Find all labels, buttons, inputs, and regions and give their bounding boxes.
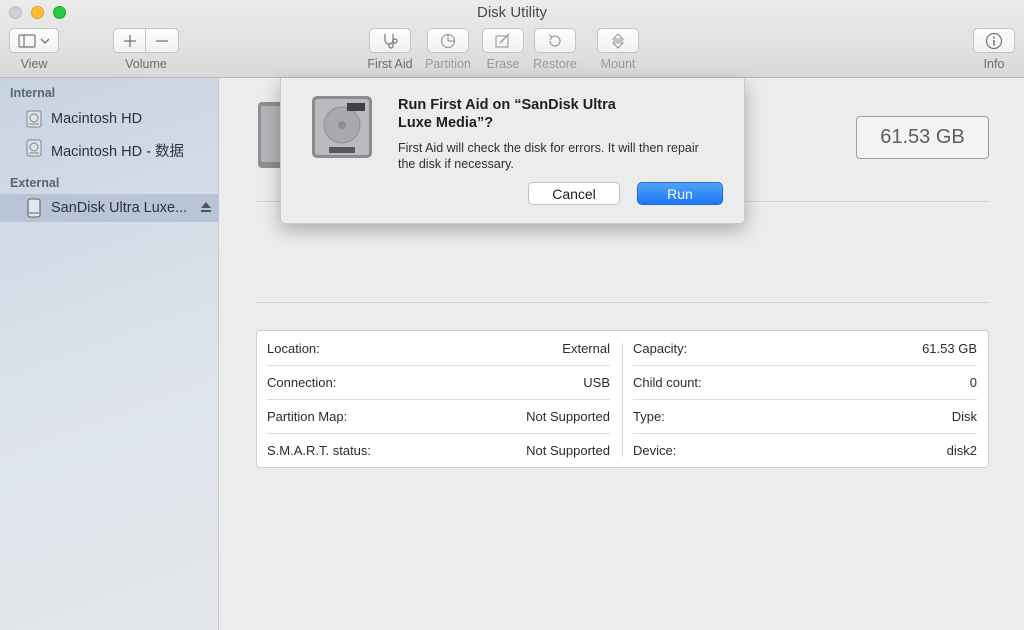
restore-label: Restore [533, 57, 577, 71]
first-aid-button[interactable] [369, 28, 411, 53]
sidebar-heading-external: External [10, 176, 60, 190]
info-button[interactable] [973, 28, 1015, 53]
mount-label: Mount [600, 57, 636, 71]
divider [256, 302, 989, 303]
sidebar-item-sandisk[interactable]: SanDisk Ultra Luxe... [0, 194, 219, 222]
info-value: Not Supported [526, 409, 610, 424]
sidebar-icon [17, 33, 51, 48]
sidebar-heading-internal: Internal [10, 86, 56, 100]
run-button[interactable]: Run [637, 182, 723, 205]
info-value: 0 [969, 375, 977, 390]
dialog-title: Run First Aid on “SanDisk Ultra Luxe Med… [398, 97, 616, 131]
sidebar-item-macintosh-hd-data[interactable]: Macintosh HD - 数据 [0, 134, 219, 162]
eject-icon[interactable] [200, 201, 212, 217]
sidebar-item-macintosh-hd[interactable]: Macintosh HD [0, 105, 219, 133]
info-key: Location: [267, 341, 320, 356]
hard-disk-icon [311, 95, 373, 164]
remove-volume-button[interactable] [145, 28, 179, 53]
restore-button[interactable] [534, 28, 576, 53]
stethoscope-icon [381, 33, 399, 49]
info-row-connection: Connection: USB [267, 365, 610, 399]
info-row-child-count: Child count: 0 [633, 365, 977, 399]
info-value: Not Supported [526, 443, 610, 458]
sidebar-item-label: Macintosh HD - 数据 [51, 144, 184, 160]
info-icon [985, 32, 1003, 50]
view-button[interactable] [9, 28, 59, 53]
plus-icon [123, 34, 137, 48]
info-key: S.M.A.R.T. status: [267, 443, 372, 458]
info-key: Partition Map: [267, 409, 348, 424]
info-row-partition-map: Partition Map: Not Supported [267, 399, 610, 433]
info-key: Connection: [267, 375, 337, 390]
disk-info-table: Location: External Connection: USB Parti… [256, 330, 989, 468]
info-value: External [562, 341, 610, 356]
restore-arrow-icon [547, 33, 563, 49]
info-value: Disk [951, 409, 977, 424]
info-row-capacity: Capacity: 61.53 GB [633, 331, 977, 365]
mount-icon [611, 32, 625, 49]
info-key: Type: [633, 409, 665, 424]
hard-disk-icon [24, 109, 44, 133]
info-row-location: Location: External [267, 331, 610, 365]
toolbar: Disk Utility View Volume First Aid Parti… [0, 0, 1024, 78]
info-key: Device: [633, 443, 677, 458]
external-drive-icon [24, 198, 44, 222]
first-aid-label: First Aid [367, 57, 413, 71]
info-row-device: Device: disk2 [633, 433, 977, 467]
info-label: Info [983, 57, 1005, 71]
capacity-display: 61.53 GB [856, 116, 989, 159]
view-label: View [20, 57, 48, 71]
partition-label: Partition [425, 57, 471, 71]
cancel-button[interactable]: Cancel [528, 182, 620, 205]
pie-icon [440, 33, 456, 49]
dialog-message: First Aid will check the disk for errors… [398, 141, 699, 171]
window-title: Disk Utility [477, 4, 547, 21]
first-aid-dialog: Run First Aid on “SanDisk Ultra Luxe Med… [280, 78, 745, 224]
info-row-type: Type: Disk [633, 399, 977, 433]
hard-disk-icon [24, 138, 44, 162]
minus-icon [155, 34, 169, 48]
partition-button[interactable] [427, 28, 469, 53]
info-key: Child count: [633, 375, 702, 390]
pencil-erase-icon [494, 33, 512, 49]
info-key: Capacity: [633, 341, 688, 356]
info-value: disk2 [946, 443, 977, 458]
info-value: 61.53 GB [922, 341, 977, 356]
add-volume-button[interactable] [113, 28, 146, 53]
mount-button[interactable] [597, 28, 639, 53]
column-divider [622, 343, 623, 457]
sidebar-item-label: Macintosh HD [51, 111, 143, 127]
sidebar-item-label: SanDisk Ultra Luxe... [51, 200, 188, 216]
info-row-smart-status: S.M.A.R.T. status: Not Supported [267, 433, 610, 467]
volume-label: Volume [125, 57, 167, 71]
info-value: USB [583, 375, 610, 390]
erase-button[interactable] [482, 28, 524, 53]
sidebar: Internal Macintosh HD Macintosh HD - 数据 … [0, 78, 219, 630]
erase-label: Erase [486, 57, 520, 71]
